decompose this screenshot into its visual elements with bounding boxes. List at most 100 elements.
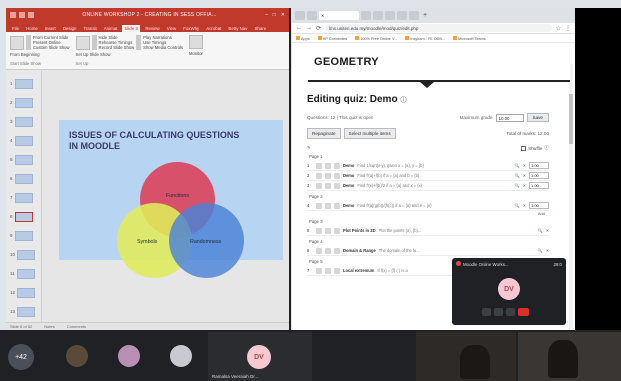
- gear-icon[interactable]: [334, 172, 340, 179]
- browser-tab[interactable]: [361, 11, 371, 20]
- bookmark-hp[interactable]: HP Connected: [317, 35, 347, 41]
- gear-icon[interactable]: [334, 247, 340, 254]
- tab-review[interactable]: Review: [143, 25, 161, 32]
- slide-thumbnail[interactable]: 8: [10, 211, 36, 222]
- shuffle-toggle[interactable]: Shuffle ⓘ: [521, 145, 549, 151]
- browser-tab[interactable]: [397, 11, 407, 20]
- slide-thumbnail[interactable]: 6: [10, 173, 36, 184]
- close-icon[interactable]: ✕: [281, 12, 285, 18]
- move-icon[interactable]: [316, 182, 322, 189]
- move-icon[interactable]: [316, 172, 322, 179]
- question-row[interactable]: 5 Plot Points in 3D Plot the points (a), (…: [307, 226, 549, 236]
- preview-icon[interactable]: 🔍: [514, 183, 519, 189]
- delete-icon[interactable]: ✕: [523, 203, 526, 208]
- quick-access-toolbar[interactable]: [10, 12, 34, 18]
- notes-button[interactable]: Notes: [44, 324, 54, 329]
- question-row[interactable]: 2 Demo Find f'(a)+f(b) if a = {a} and b = …: [307, 171, 549, 181]
- gear-icon[interactable]: [334, 227, 340, 234]
- question-row[interactable]: 6 Domain & Range The domain of the fu... 🔍 ✕: [307, 246, 549, 256]
- tab-home[interactable]: Home: [24, 25, 40, 32]
- tab-animations[interactable]: Animat: [102, 25, 120, 32]
- question-mark[interactable]: 1.00: [529, 202, 549, 209]
- tab-transitions[interactable]: Transit: [81, 25, 98, 32]
- question-row[interactable]: 1 Demo Find 1/sqrt(x-y), given x = {a}, y …: [307, 161, 549, 171]
- tab-betty-nav[interactable]: Betty Nav: [226, 25, 249, 32]
- help-icon[interactable]: ⓘ: [544, 145, 549, 151]
- save-button[interactable]: Save: [526, 113, 549, 122]
- help-icon[interactable]: ⓘ: [401, 95, 407, 104]
- comments-button[interactable]: Comments: [67, 324, 86, 329]
- repaginate-button[interactable]: Repaginate: [307, 128, 341, 139]
- edit-pencil-icon[interactable]: ✎: [307, 145, 311, 151]
- move-icon[interactable]: [316, 247, 322, 254]
- setup-label[interactable]: Set Up Slide Show: [76, 52, 183, 57]
- undo-icon[interactable]: [19, 12, 25, 18]
- question-mark[interactable]: 1.00: [529, 182, 549, 189]
- participant-avatar[interactable]: [118, 345, 140, 367]
- select-multiple-button[interactable]: Select multiple items: [343, 128, 396, 139]
- tab-foxwhy[interactable]: FoxWhy: [181, 25, 201, 32]
- tab-acrobat[interactable]: Acrobat: [204, 25, 223, 32]
- bookmark-free-online[interactable]: 100% Free Online V...: [355, 35, 397, 41]
- star-icon[interactable]: ☆: [556, 25, 561, 32]
- menu-icon[interactable]: ⋮: [565, 25, 571, 32]
- show-media-checkbox[interactable]: Show Media Controls: [136, 45, 183, 50]
- gear-icon[interactable]: [334, 162, 340, 169]
- browser-tab-active[interactable]: ✕: [319, 11, 359, 20]
- monitor-label[interactable]: Monitor: [189, 51, 203, 56]
- preview-icon[interactable]: 🔍: [514, 173, 519, 179]
- end-call-button[interactable]: [518, 308, 529, 316]
- gear-icon[interactable]: [334, 202, 340, 209]
- question-row[interactable]: 3 Demo Find f'(x)+f(b)/2 if a = {a} and x …: [307, 181, 549, 191]
- record-button[interactable]: Record Slide Show: [91, 45, 134, 50]
- question-name[interactable]: Domain & Range: [343, 248, 376, 253]
- add-link[interactable]: Add: [307, 211, 545, 216]
- tab-file[interactable]: File: [10, 25, 21, 32]
- mic-icon[interactable]: [482, 308, 491, 316]
- preview-icon[interactable]: 🔍: [537, 248, 542, 254]
- slide-canvas[interactable]: ISSUES OF CALCULATING QUESTIONS IN MOODL…: [59, 120, 283, 278]
- from-beginning-label[interactable]: From Beginning: [10, 52, 70, 57]
- url-field[interactable]: lms.uniten.edu.my/moodle/mod/quiz/edit.p…: [325, 24, 552, 32]
- delete-icon[interactable]: ✕: [523, 163, 526, 168]
- question-name[interactable]: Demo: [343, 163, 354, 168]
- more-participants-badge[interactable]: +42: [8, 344, 34, 370]
- participant-avatar[interactable]: [66, 345, 88, 367]
- shuffle-checkbox[interactable]: [521, 145, 527, 151]
- camera-icon[interactable]: [494, 308, 503, 316]
- move-icon[interactable]: [316, 162, 322, 169]
- tab-insert[interactable]: Insert: [43, 25, 58, 32]
- meet-floating-window[interactable]: Moodle Online Works... 29:0 DV: [452, 258, 566, 325]
- slide-thumbnail[interactable]: 2: [10, 97, 36, 108]
- tab-slide-show[interactable]: Slide S: [122, 25, 141, 32]
- minimize-icon[interactable]: –: [265, 12, 268, 18]
- move-icon[interactable]: [316, 202, 322, 209]
- preview-icon[interactable]: 🔍: [514, 203, 519, 209]
- delete-icon[interactable]: ✕: [523, 173, 526, 178]
- custom-show-button[interactable]: Custom Slide Show: [26, 45, 70, 50]
- browser-tab[interactable]: [385, 11, 395, 20]
- question-name[interactable]: Plot Points in 3D: [343, 228, 376, 233]
- move-icon[interactable]: [316, 267, 322, 274]
- forward-icon[interactable]: →: [306, 25, 312, 31]
- question-mark[interactable]: 1.00: [529, 162, 549, 169]
- gear-icon[interactable]: [334, 182, 340, 189]
- slide-thumbnail[interactable]: 3: [10, 116, 36, 127]
- monitor-icon[interactable]: [188, 35, 203, 49]
- preview-icon[interactable]: 🔍: [537, 228, 542, 234]
- max-grade-input[interactable]: 10.00: [495, 113, 524, 122]
- redo-icon[interactable]: [28, 12, 34, 18]
- slide-thumbnail[interactable]: 11: [10, 268, 36, 279]
- move-icon[interactable]: [316, 227, 322, 234]
- question-name[interactable]: Demo: [343, 183, 354, 188]
- browser-tab[interactable]: [307, 11, 317, 20]
- slide-thumbnail[interactable]: 13: [10, 306, 36, 317]
- scrollbar-thumb[interactable]: [569, 94, 573, 144]
- delete-icon[interactable]: ✕: [523, 183, 526, 188]
- slide-thumbnail[interactable]: 10: [10, 249, 36, 260]
- participant-avatar-dv[interactable]: DV: [247, 345, 271, 369]
- maximize-icon[interactable]: □: [273, 12, 276, 18]
- slide-thumbnail[interactable]: 4: [10, 135, 36, 146]
- browser-tab[interactable]: [295, 11, 305, 20]
- slide-thumbnail[interactable]: 9: [10, 230, 36, 241]
